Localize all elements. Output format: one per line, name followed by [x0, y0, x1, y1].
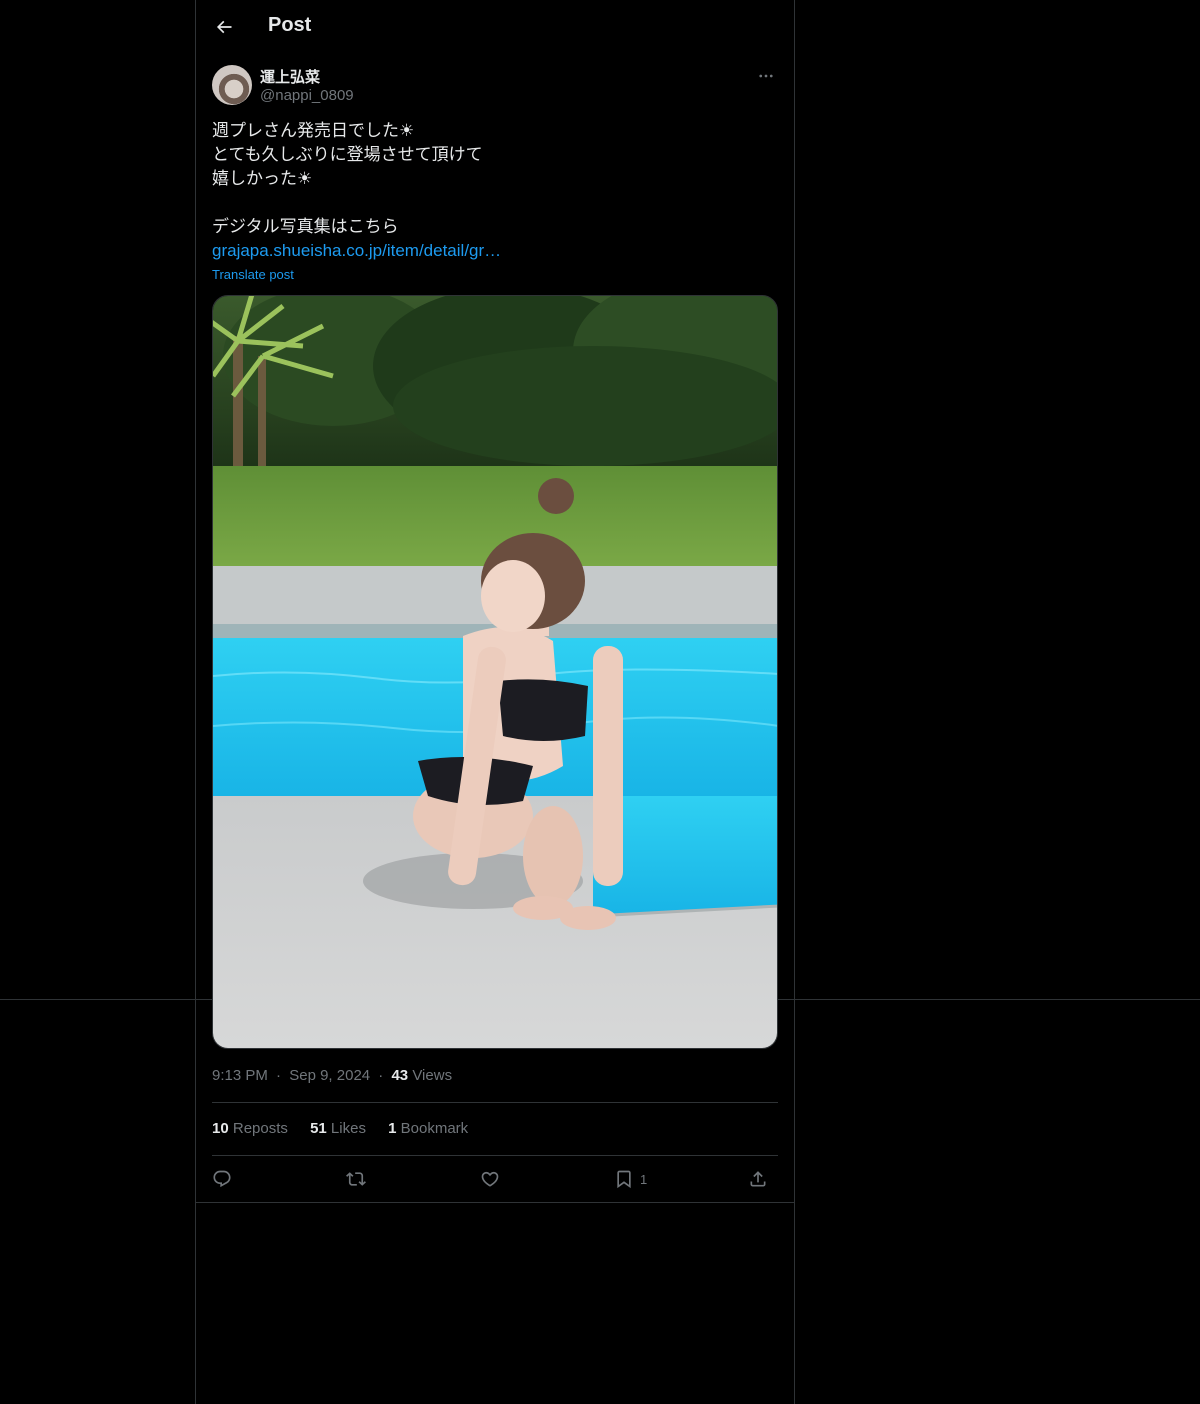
- divider: [212, 1102, 778, 1103]
- bookmarks-count: 1: [388, 1120, 397, 1137]
- likes-count: 51: [310, 1120, 327, 1137]
- post-meta: 9:13 PM · Sep 9, 2024 · 43 Views: [212, 1067, 452, 1084]
- avatar[interactable]: [212, 65, 252, 105]
- more-options-button[interactable]: [754, 64, 778, 88]
- divider: [196, 1202, 794, 1203]
- post-text-line: [212, 191, 778, 215]
- post-text-line: 嬉しかった☀: [212, 169, 313, 188]
- post-text-line: とても久しぶりに登場させて頂けて: [212, 145, 483, 164]
- bookmarks-label: Bookmark: [400, 1120, 469, 1137]
- more-horizontal-icon: [759, 74, 773, 78]
- share-icon: [750, 1171, 766, 1187]
- post-date[interactable]: Sep 9, 2024: [289, 1067, 370, 1084]
- views-count: 43: [391, 1067, 409, 1084]
- post-link[interactable]: grajapa.shueisha.co.jp/item/detail/gr…: [212, 241, 501, 260]
- back-button[interactable]: [208, 11, 240, 43]
- post-text-line: 週プレさん発売日でした☀: [212, 121, 415, 140]
- page-header: Post: [196, 0, 794, 54]
- repost-button[interactable]: [346, 1164, 366, 1194]
- reposts-label: Reposts: [232, 1120, 288, 1137]
- reply-button[interactable]: [212, 1164, 232, 1194]
- post-time[interactable]: 9:13 PM: [212, 1067, 268, 1084]
- pool-photo: [213, 296, 777, 1048]
- meta-separator: ·: [378, 1067, 384, 1084]
- like-button[interactable]: [480, 1164, 500, 1194]
- bookmark-icon: [617, 1170, 631, 1189]
- author-handle[interactable]: @nappi_0809: [260, 87, 354, 104]
- post-text: 週プレさん発売日でした☀ とても久しぶりに登場させて頂けて 嬉しかった☀ デジタ…: [212, 119, 778, 263]
- bookmark-count: 1: [640, 1171, 648, 1187]
- post-image[interactable]: [212, 295, 778, 1049]
- bookmark-button[interactable]: 1: [614, 1164, 647, 1194]
- post-text-line: デジタル写真集はこちら: [212, 217, 399, 236]
- reposts-stat[interactable]: 10 Reposts: [212, 1120, 288, 1137]
- reposts-count: 10: [212, 1120, 229, 1137]
- likes-stat[interactable]: 51 Likes: [310, 1120, 366, 1137]
- views-label: Views: [412, 1067, 453, 1084]
- action-bar: 1: [212, 1164, 778, 1194]
- heart-icon: [481, 1171, 499, 1187]
- likes-label: Likes: [330, 1120, 366, 1137]
- divider: [212, 1155, 778, 1156]
- repost-icon: [346, 1172, 366, 1186]
- post-author: 運上弘菜 @nappi_0809: [212, 64, 778, 108]
- arrow-left-icon: [216, 20, 232, 34]
- meta-separator: ·: [276, 1067, 282, 1084]
- share-button[interactable]: [748, 1164, 768, 1194]
- reply-icon: [213, 1170, 231, 1188]
- author-display-name[interactable]: 運上弘菜: [260, 66, 320, 87]
- post-stats: 10 Reposts 51 Likes 1 Bookmark: [212, 1120, 486, 1137]
- post-column: Post 運上弘菜 @nappi_0809 週プレさん発売日でした☀ とても久し…: [195, 0, 795, 1404]
- bookmarks-stat[interactable]: 1 Bookmark: [388, 1120, 468, 1137]
- translate-post-link[interactable]: Translate post: [212, 267, 294, 282]
- page-title: Post: [268, 14, 312, 36]
